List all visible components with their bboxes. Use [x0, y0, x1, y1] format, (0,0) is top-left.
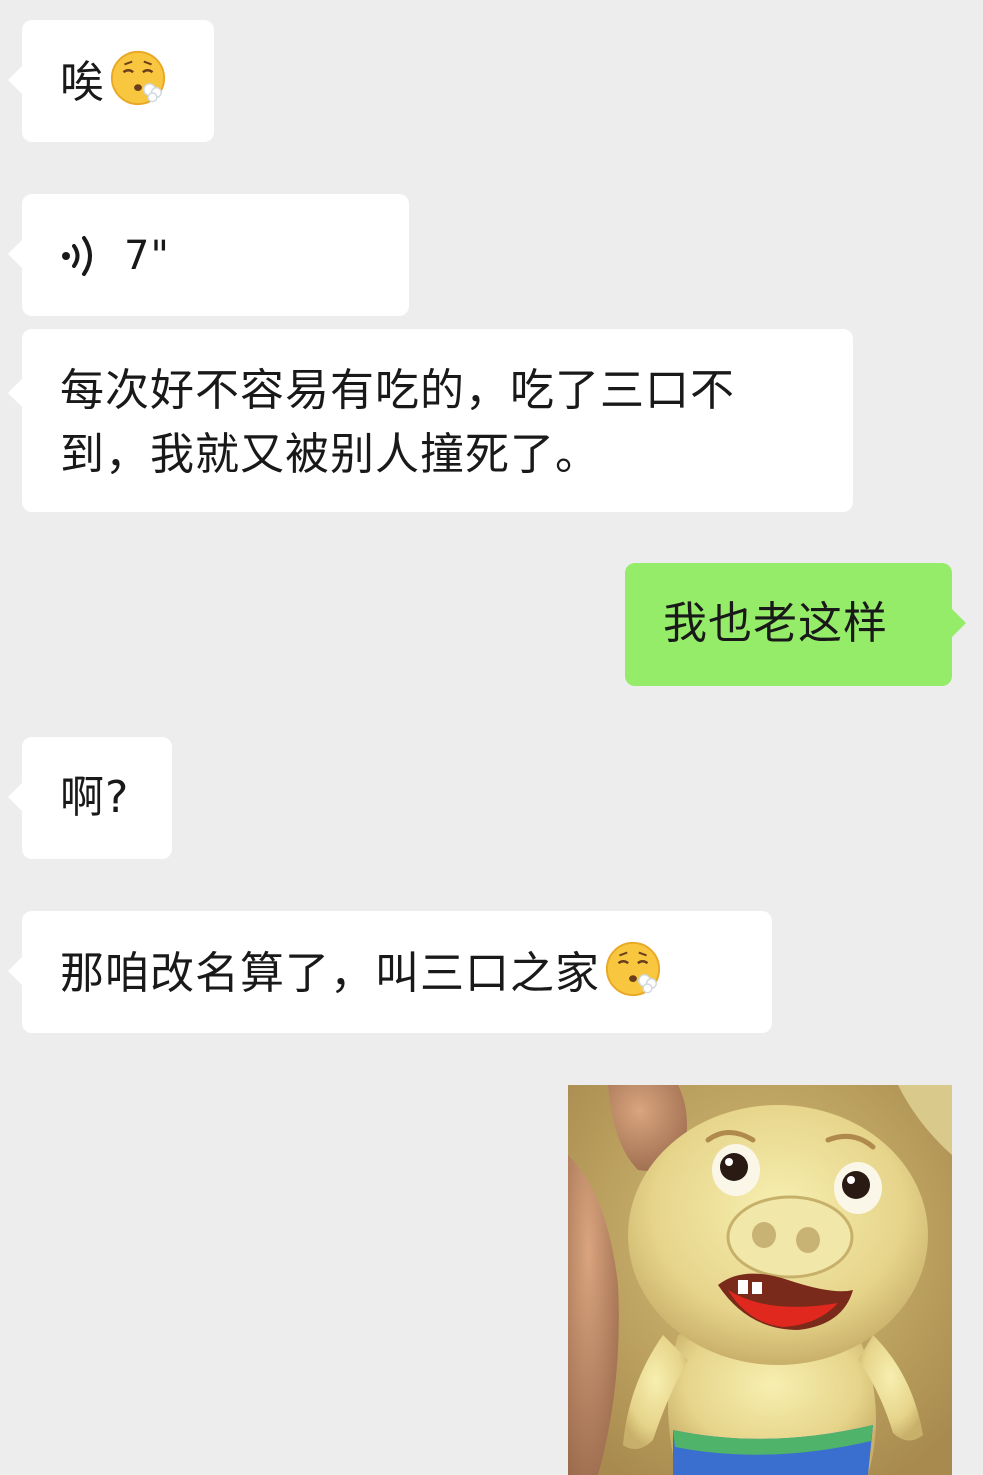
message-bubble-incoming[interactable]: 那咱改名算了，叫三口之家 — [8, 911, 772, 1033]
message-text: 每次好不容易有吃的，吃了三口不到，我就又被别人撞死了。 — [60, 365, 735, 480]
cartoon-pig-sticker[interactable] — [568, 1085, 952, 1475]
voice-wave-icon — [62, 236, 92, 276]
voice-duration: 7" — [124, 233, 170, 279]
voice-message-bubble[interactable]: 7" — [8, 194, 409, 316]
message-bubble-incoming[interactable]: 啊? — [8, 737, 172, 859]
message-bubble-incoming[interactable]: 唉 — [8, 20, 214, 142]
cartoon-pig-sticker-image — [568, 1085, 952, 1475]
exhaling-face-emoji-icon — [110, 50, 166, 106]
message-text: 唉 — [60, 57, 105, 108]
message-bubble-incoming[interactable]: 每次好不容易有吃的，吃了三口不到，我就又被别人撞死了。 — [8, 329, 853, 512]
message-text: 啊? — [60, 772, 130, 823]
message-text: 那咱改名算了，叫三口之家 — [60, 948, 600, 999]
message-bubble-outgoing[interactable]: 我也老这样 — [625, 563, 966, 686]
message-text: 我也老这样 — [663, 598, 888, 649]
exhaling-face-emoji-icon — [605, 941, 661, 997]
